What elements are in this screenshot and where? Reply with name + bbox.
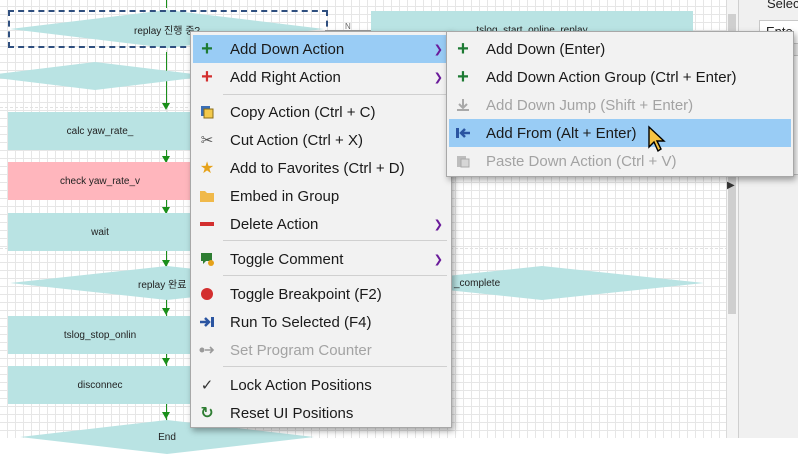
star-icon: ★ <box>199 160 215 177</box>
paste-icon <box>455 153 471 169</box>
menu-item-embed-in-group[interactable]: Embed in Group <box>193 182 449 210</box>
decision-node-hidden[interactable] <box>0 62 210 90</box>
menu-item-add-down-action[interactable]: + Add Down Action ❯ <box>193 35 449 63</box>
menu-item-label: Add From (Alt + Enter) <box>486 124 637 142</box>
plus-green-icon: + <box>457 38 469 60</box>
menu-item-label: Add Down Action Group (Ctrl + Enter) <box>486 68 737 86</box>
connector-arrow <box>162 260 170 267</box>
menu-item-add-right-action[interactable]: + Add Right Action ❯ <box>193 63 449 91</box>
menu-item-reset-ui-positions[interactable]: ↻ Reset UI Positions <box>193 399 449 427</box>
action-node-disconnect[interactable]: disconnec <box>8 366 192 404</box>
action-node-calc-yaw[interactable]: calc yaw_rate_ <box>8 112 192 150</box>
menu-item-label: Run To Selected (F4) <box>230 313 372 331</box>
menu-item-label: Add Down Jump (Shift + Enter) <box>486 96 694 114</box>
run-to-icon <box>199 314 215 330</box>
copy-icon <box>199 104 215 120</box>
menu-item-label: Add Right Action <box>230 68 341 86</box>
menu-item-run-to-selected[interactable]: Run To Selected (F4) <box>193 308 449 336</box>
submenu-item-add-down-action-group[interactable]: + Add Down Action Group (Ctrl + Enter) <box>449 63 791 91</box>
menu-item-label: Add Down Action <box>230 40 345 58</box>
menu-item-toggle-breakpoint[interactable]: Toggle Breakpoint (F2) <box>193 280 449 308</box>
submenu-arrow-icon: ❯ <box>433 43 443 56</box>
menu-item-label: Toggle Comment <box>230 250 344 268</box>
menu-item-label: Reset UI Positions <box>230 404 354 422</box>
menu-item-copy-action[interactable]: Copy Action (Ctrl + C) <box>193 98 449 126</box>
menu-item-label: Embed in Group <box>230 187 340 205</box>
context-menu: + Add Down Action ❯ + Add Right Action ❯… <box>190 31 452 428</box>
program-counter-icon <box>199 342 215 358</box>
mouse-pointer-icon <box>648 125 666 153</box>
submenu-item-add-down[interactable]: + Add Down (Enter) <box>449 35 791 63</box>
connector-arrow <box>162 308 170 315</box>
panel-label-select: Selec <box>767 0 798 11</box>
menu-separator <box>223 94 447 95</box>
connector-arrow <box>162 358 170 365</box>
connector-label: N <box>345 22 351 31</box>
plus-green-icon: + <box>457 66 469 88</box>
menu-item-toggle-comment[interactable]: Toggle Comment ❯ <box>193 245 449 273</box>
submenu-item-add-down-jump[interactable]: Add Down Jump (Shift + Enter) <box>449 91 791 119</box>
action-node-wait[interactable]: wait <box>8 213 192 251</box>
collapse-arrow-icon[interactable]: ▶ <box>727 180 735 191</box>
connector-line <box>166 0 167 8</box>
submenu-arrow-icon: ❯ <box>433 218 443 231</box>
comment-icon <box>199 251 215 267</box>
menu-item-label: Copy Action (Ctrl + C) <box>230 103 376 121</box>
submenu-arrow-icon: ❯ <box>433 71 443 84</box>
menu-item-label: Set Program Counter <box>230 341 372 359</box>
action-node-tslog-stop[interactable]: tslog_stop_onlin <box>8 316 192 354</box>
submenu-arrow-icon: ❯ <box>433 253 443 266</box>
check-icon: ✓ <box>200 377 214 394</box>
plus-green-icon: + <box>201 38 213 60</box>
plus-red-icon: + <box>201 66 213 88</box>
action-node-check-yaw[interactable]: check yaw_rate_v <box>8 162 192 200</box>
folder-icon <box>199 188 215 204</box>
menu-item-delete-action[interactable]: Delete Action ❯ <box>193 210 449 238</box>
menu-separator <box>223 275 447 276</box>
menu-item-label: Delete Action <box>230 215 319 233</box>
scissors-icon: ✂ <box>200 132 214 149</box>
menu-separator <box>223 240 447 241</box>
menu-item-label: Lock Action Positions <box>230 376 372 394</box>
submenu-item-add-from[interactable]: Add From (Alt + Enter) <box>449 119 791 147</box>
menu-item-label: Toggle Breakpoint (F2) <box>230 285 382 303</box>
refresh-icon: ↻ <box>200 405 214 422</box>
menu-item-cut-action[interactable]: ✂ Cut Action (Ctrl + X) <box>193 126 449 154</box>
menu-item-label: Cut Action (Ctrl + X) <box>230 131 363 149</box>
submenu-item-paste-down-action[interactable]: Paste Down Action (Ctrl + V) <box>449 147 791 175</box>
breakpoint-icon <box>199 286 215 302</box>
menu-item-lock-action-positions[interactable]: ✓ Lock Action Positions <box>193 371 449 399</box>
menu-separator <box>223 366 447 367</box>
add-from-icon <box>455 125 471 141</box>
menu-item-set-program-counter[interactable]: Set Program Counter <box>193 336 449 364</box>
submenu-add-down-action: + Add Down (Enter) + Add Down Action Gro… <box>446 31 794 177</box>
menu-item-label: Add Down (Enter) <box>486 40 606 58</box>
connector-arrow <box>162 412 170 419</box>
menu-item-label: Add to Favorites (Ctrl + D) <box>230 159 405 177</box>
connector-arrow <box>162 103 170 110</box>
menu-item-label: Paste Down Action (Ctrl + V) <box>486 152 677 170</box>
menu-item-add-to-favorites[interactable]: ★ Add to Favorites (Ctrl + D) <box>193 154 449 182</box>
minus-red-icon <box>199 216 215 232</box>
download-icon <box>455 97 471 113</box>
